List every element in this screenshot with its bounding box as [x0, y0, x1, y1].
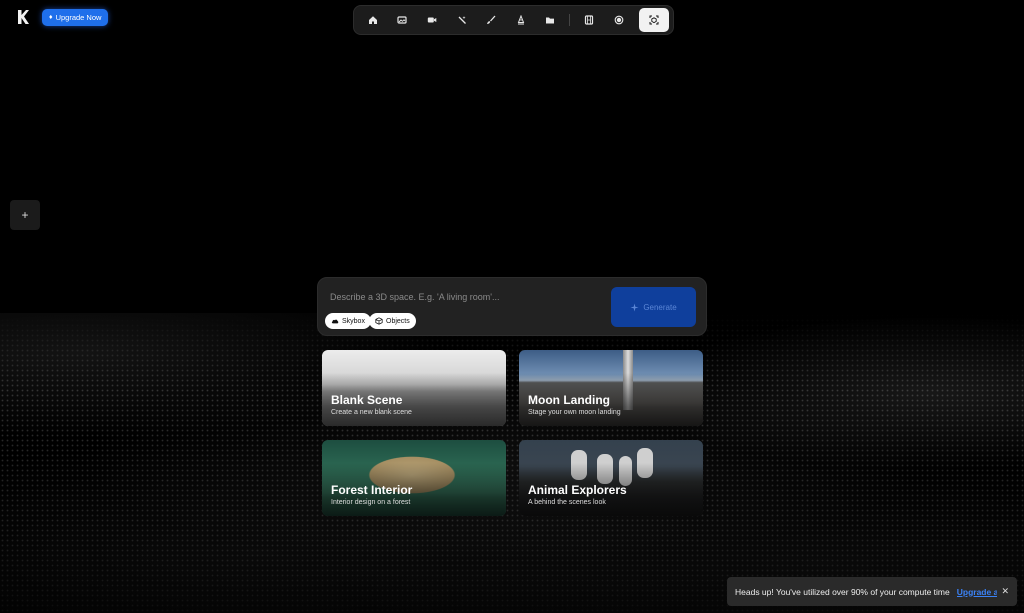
- template-card-forest-interior[interactable]: Forest Interior Interior design on a for…: [322, 440, 506, 516]
- add-button[interactable]: +: [10, 200, 40, 230]
- prompt-panel: Skybox Objects Generate: [317, 277, 707, 336]
- compute-usage-toast: Heads up! You've utilized over 90% of yo…: [727, 577, 1017, 606]
- generate-label: Generate: [643, 302, 677, 312]
- 3d-scene-icon[interactable]: [639, 8, 669, 32]
- brush-icon[interactable]: [476, 8, 506, 32]
- top-toolbar: [353, 5, 674, 35]
- toolbar-divider: [569, 14, 571, 26]
- image-icon[interactable]: [388, 8, 418, 32]
- magic-wand-icon[interactable]: [447, 8, 477, 32]
- particle-terrain-background: [0, 313, 1024, 613]
- upgrade-now-button[interactable]: ♦ Upgrade Now: [42, 9, 109, 26]
- close-icon[interactable]: ✕: [1001, 586, 1009, 597]
- folder-icon[interactable]: [536, 8, 566, 32]
- k-logo-icon[interactable]: [16, 9, 30, 25]
- scene-description-input[interactable]: [330, 290, 600, 304]
- pen-nib-icon[interactable]: [506, 8, 536, 32]
- template-card-animal-explorers[interactable]: Animal Explorers A behind the scenes loo…: [519, 440, 703, 516]
- card-title: Animal Explorers: [528, 483, 627, 497]
- plus-icon: +: [21, 208, 29, 222]
- film-icon[interactable]: [574, 8, 604, 32]
- generate-button[interactable]: Generate: [611, 287, 696, 327]
- record-icon[interactable]: [604, 8, 634, 32]
- card-title: Forest Interior: [331, 483, 413, 497]
- card-subtitle: Create a new blank scene: [331, 409, 412, 416]
- template-card-blank-scene[interactable]: Blank Scene Create a new blank scene: [322, 350, 506, 426]
- card-title: Blank Scene: [331, 393, 403, 407]
- cloud-icon: [331, 319, 339, 324]
- objects-chip-label: Objects: [386, 317, 410, 325]
- card-title: Moon Landing: [528, 393, 610, 407]
- template-card-moon-landing[interactable]: Moon Landing Stage your own moon landing: [519, 350, 703, 426]
- skybox-chip[interactable]: Skybox: [325, 313, 371, 329]
- home-icon[interactable]: [358, 8, 388, 32]
- sparkle-icon: [630, 302, 639, 312]
- toast-message: Heads up! You've utilized over 90% of yo…: [735, 586, 950, 597]
- upgrade-link[interactable]: Upgrade a: [957, 587, 998, 597]
- video-icon[interactable]: [417, 8, 447, 32]
- diamond-icon: ♦: [49, 14, 53, 21]
- objects-chip[interactable]: Objects: [369, 313, 416, 329]
- cube-icon: [375, 317, 383, 325]
- upgrade-now-label: Upgrade Now: [55, 13, 102, 22]
- card-subtitle: Interior design on a forest: [331, 499, 411, 506]
- skybox-chip-label: Skybox: [342, 317, 365, 325]
- card-subtitle: Stage your own moon landing: [528, 409, 621, 416]
- card-subtitle: A behind the scenes look: [528, 499, 606, 506]
